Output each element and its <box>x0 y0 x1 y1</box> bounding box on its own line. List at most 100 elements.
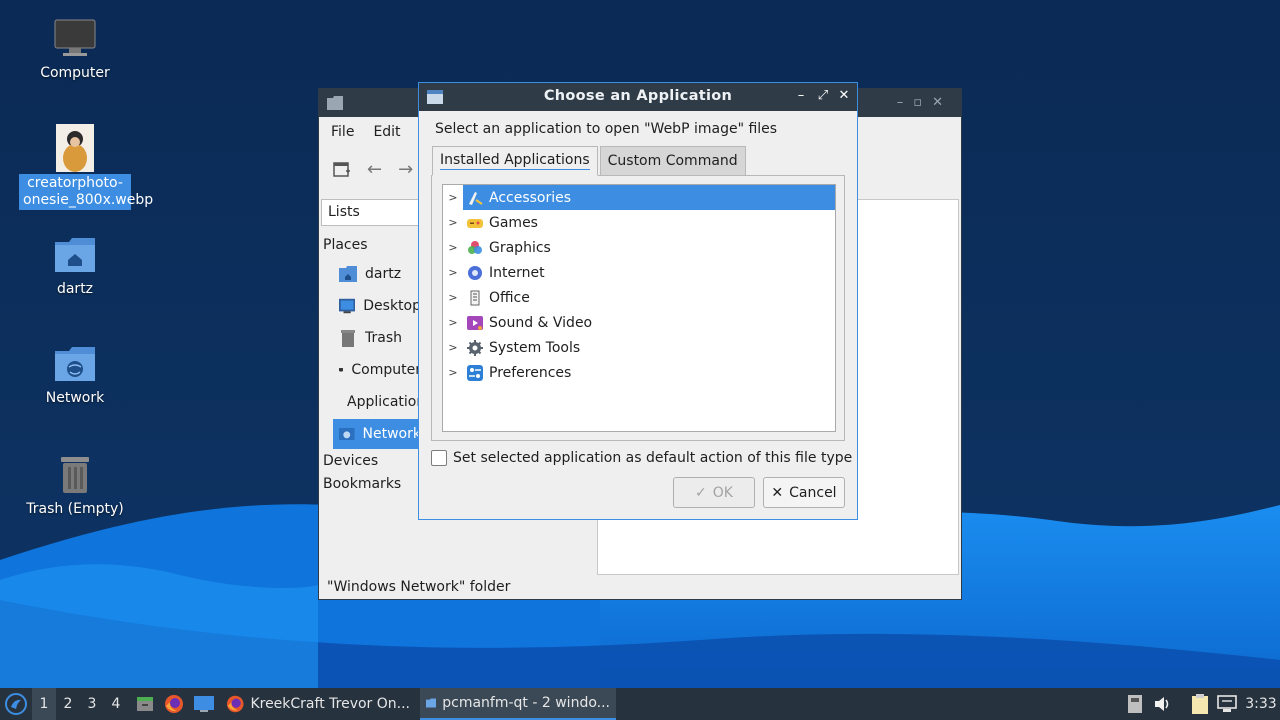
category-label: Accessories <box>489 189 572 206</box>
ok-button[interactable]: ✓ OK <box>673 477 755 508</box>
tree-row-office[interactable]: > Office <box>443 285 835 310</box>
window-controls[interactable]: –▫✕ <box>897 95 953 110</box>
trash-icon <box>61 457 89 493</box>
office-icon <box>470 290 480 305</box>
desktop-icon-computer[interactable]: Computer <box>19 18 131 83</box>
menu-file[interactable]: File <box>331 124 354 140</box>
back-arrow-icon[interactable]: ← <box>367 159 382 180</box>
bookmarks-header[interactable]: Bookmarks <box>323 476 401 492</box>
tray-clipboard[interactable] <box>1189 688 1211 720</box>
desktop-icon-network[interactable]: Network <box>19 345 131 408</box>
gear-icon <box>467 339 483 356</box>
home-folder-icon <box>339 266 357 282</box>
installed-applications-pane: > Accessories > Games > Graphics > Inter… <box>431 175 845 441</box>
category-label: Internet <box>489 264 545 281</box>
cancel-button-label: Cancel <box>789 484 837 501</box>
workspace-1[interactable]: 1 <box>32 688 56 720</box>
tab-custom-command[interactable]: Custom Command <box>599 146 746 176</box>
menu-edit[interactable]: Edit <box>373 124 400 140</box>
place-item-applications[interactable]: Applications <box>333 387 421 417</box>
tray-volume[interactable] <box>1153 688 1173 720</box>
application-category-tree[interactable]: > Accessories > Games > Graphics > Inter… <box>442 184 836 432</box>
set-default-row[interactable]: Set selected application as default acti… <box>431 450 852 466</box>
desktop-icon-label: Computer <box>40 65 110 81</box>
place-item-computer[interactable]: Computer <box>333 355 421 385</box>
tab-installed-applications[interactable]: Installed Applications <box>432 146 598 176</box>
category-label: Games <box>489 214 538 231</box>
dialog-prompt: Select an application to open "WebP imag… <box>435 121 778 137</box>
chevron-right-icon[interactable]: > <box>443 366 463 379</box>
desktop-icon <box>339 298 356 314</box>
place-item-trash[interactable]: Trash <box>333 323 421 353</box>
chevron-right-icon[interactable]: > <box>443 291 463 304</box>
workspace-2[interactable]: 2 <box>56 688 80 720</box>
place-item-dartz[interactable]: dartz <box>333 259 421 289</box>
place-item-network[interactable]: Network <box>333 419 421 449</box>
devices-header[interactable]: Devices <box>323 453 378 469</box>
home-folder-icon <box>55 238 95 272</box>
chevron-right-icon[interactable]: > <box>443 341 463 354</box>
removable-drive-icon <box>1128 695 1142 713</box>
task-button-firefox[interactable]: KreekCraft Trevor On... <box>220 688 416 720</box>
workspace-4[interactable]: 4 <box>104 688 128 720</box>
place-item-desktop[interactable]: Desktop <box>333 291 421 321</box>
clipboard-icon <box>1192 694 1208 714</box>
tab-label: Installed Applications <box>440 152 590 170</box>
status-bar-text: "Windows Network" folder <box>327 579 511 595</box>
volume-icon <box>1155 697 1169 711</box>
minimize-icon[interactable]: – <box>793 87 809 105</box>
tree-row-system-tools[interactable]: > System Tools <box>443 335 835 360</box>
chevron-right-icon[interactable]: > <box>443 191 463 204</box>
category-label: Office <box>489 289 530 306</box>
quicklaunch-show-desktop[interactable] <box>193 688 215 720</box>
chevron-right-icon[interactable]: > <box>443 241 463 254</box>
place-label: Desktop <box>363 298 421 314</box>
start-menu-button[interactable] <box>4 688 28 720</box>
maximize-icon[interactable]: ⤢ <box>815 87 831 105</box>
file-cabinet-icon <box>137 697 153 711</box>
desktop-icon-dartz[interactable]: dartz <box>19 236 131 299</box>
tray-network[interactable] <box>1216 688 1238 720</box>
desktop-icon-label: creatorphoto-onesie_800x.webp <box>19 174 153 210</box>
lubuntu-logo-icon <box>5 693 27 715</box>
tree-row-games[interactable]: > Games <box>443 210 835 235</box>
image-thumbnail-icon <box>56 124 94 172</box>
category-label: Graphics <box>489 239 551 256</box>
place-label: Computer <box>351 362 421 378</box>
cancel-button[interactable]: ✕ Cancel <box>763 477 845 508</box>
computer-icon <box>339 368 344 372</box>
place-label: Network <box>362 426 421 442</box>
accessories-icon <box>469 191 483 205</box>
choose-application-dialog[interactable]: Choose an Application – ⤢ ✕ Select an ap… <box>418 82 858 520</box>
tray-removable-media[interactable] <box>1126 688 1144 720</box>
side-pane-mode-select[interactable]: Lists <box>321 199 421 226</box>
category-label: System Tools <box>489 339 581 356</box>
preferences-icon <box>467 364 483 381</box>
chevron-right-icon[interactable]: > <box>443 316 463 329</box>
tree-row-preferences[interactable]: > Preferences <box>443 360 835 385</box>
forward-arrow-icon[interactable]: → <box>398 159 413 180</box>
tab-label: Custom Command <box>607 153 738 169</box>
task-button-pcmanfm[interactable]: pcmanfm-qt - 2 windo... <box>420 688 616 720</box>
close-icon[interactable]: ✕ <box>836 87 852 105</box>
tree-row-sound-video[interactable]: > Sound & Video <box>443 310 835 335</box>
tree-row-graphics[interactable]: > Graphics <box>443 235 835 260</box>
taskbar: 1 2 3 4 KreekCraft Trevor On... pcmanfm-… <box>0 688 1280 720</box>
quicklaunch-file-manager[interactable] <box>134 688 156 720</box>
tree-row-accessories[interactable]: > Accessories <box>443 185 835 210</box>
desktop-icon-webp-file[interactable]: creatorphoto-onesie_800x.webp <box>19 124 153 210</box>
new-tab-icon[interactable] <box>333 160 351 178</box>
folder-icon <box>426 698 437 708</box>
set-default-label: Set selected application as default acti… <box>453 450 853 466</box>
desktop-icon-label: Network <box>45 390 105 406</box>
clock[interactable]: 3:33 <box>1245 688 1277 720</box>
quicklaunch-firefox[interactable] <box>163 688 185 720</box>
dialog-titlebar[interactable]: Choose an Application – ⤢ ✕ <box>419 83 857 111</box>
tree-row-internet[interactable]: > Internet <box>443 260 835 285</box>
chevron-right-icon[interactable]: > <box>443 216 463 229</box>
workspace-3[interactable]: 3 <box>80 688 104 720</box>
ok-button-label: OK <box>712 484 733 501</box>
desktop-icon-trash[interactable]: Trash (Empty) <box>19 454 131 519</box>
set-default-checkbox[interactable] <box>431 450 447 466</box>
chevron-right-icon[interactable]: > <box>443 266 463 279</box>
